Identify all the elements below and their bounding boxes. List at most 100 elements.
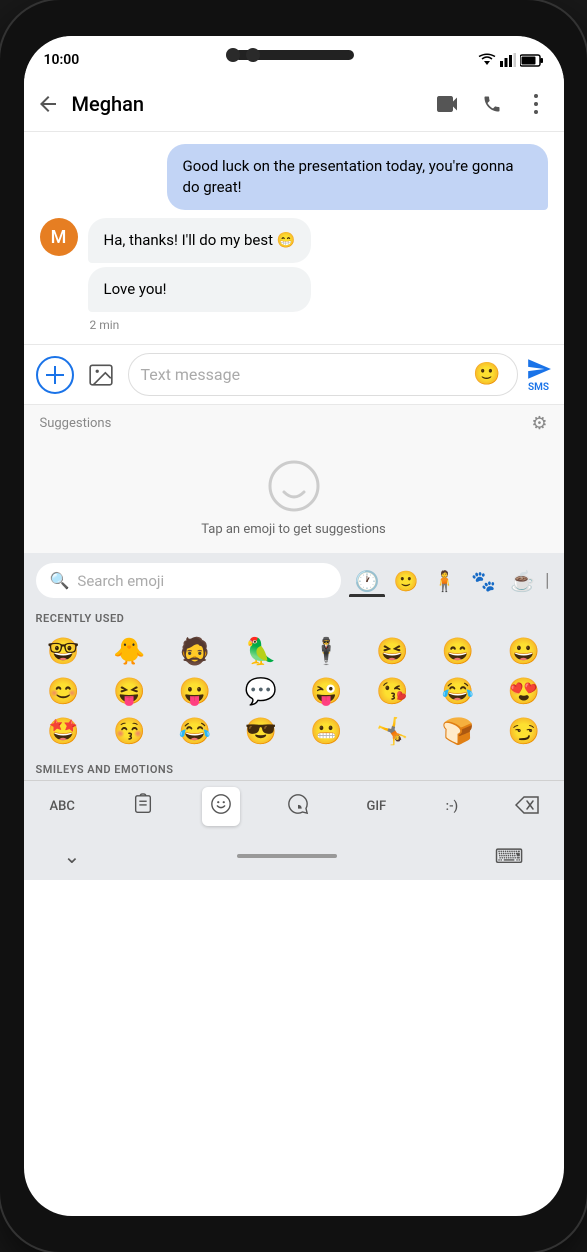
status-icons xyxy=(478,53,544,67)
video-icon xyxy=(437,96,459,112)
sticker-button[interactable] xyxy=(279,787,317,826)
suggestions-gear-icon[interactable]: ⚙ xyxy=(531,413,547,434)
emoji-cell[interactable]: 🧔 xyxy=(163,633,227,671)
emoji-cell[interactable]: 🤸 xyxy=(360,713,424,751)
sticker-icon xyxy=(287,793,309,815)
emoji-cell[interactable]: 😀 xyxy=(492,633,556,671)
search-icon: 🔍 xyxy=(50,571,70,590)
emoji-cell[interactable]: 🤓 xyxy=(32,633,96,671)
camera-dot xyxy=(226,48,240,62)
abc-button[interactable]: ABC xyxy=(40,791,85,822)
emoji-keyboard-icon xyxy=(210,793,232,815)
backspace-button[interactable] xyxy=(507,789,547,825)
received-bubble-2: Love you! xyxy=(88,267,312,312)
nav-bar: ⌄ ⌨ xyxy=(24,832,564,880)
emoji-cell[interactable]: 😚 xyxy=(97,713,161,751)
emoticon-label: :-) xyxy=(446,799,458,814)
emoji-cell[interactable]: 😆 xyxy=(360,633,424,671)
emoji-cell[interactable]: 🕴 xyxy=(295,633,359,671)
emoji-quick-tabs: 🕐 🙂 🧍 🐾 ☕ | xyxy=(349,565,552,597)
received-bubbles: Ha, thanks! I'll do my best 😁 Love you! … xyxy=(88,218,312,332)
add-button[interactable] xyxy=(36,356,74,394)
emoji-cell[interactable]: 😝 xyxy=(97,673,161,711)
emoji-tab-smileys[interactable]: 🙂 xyxy=(387,565,424,597)
chat-area: Good luck on the presentation today, you… xyxy=(24,132,564,344)
emoji-tab-animals[interactable]: 🐾 xyxy=(465,565,502,597)
gif-button[interactable]: GIF xyxy=(357,791,397,822)
suggestions-hint-text: Tap an emoji to get suggestions xyxy=(201,522,386,537)
emoji-cell[interactable]: 😂 xyxy=(426,673,490,711)
back-arrow-icon xyxy=(36,92,60,116)
plus-icon xyxy=(46,366,64,384)
contact-name: Meghan xyxy=(72,92,428,116)
home-indicator xyxy=(237,854,337,858)
emoji-tab-food[interactable]: ☕ xyxy=(504,565,541,597)
camera-dot2 xyxy=(246,48,260,62)
wifi-icon xyxy=(478,53,496,67)
emoji-cell[interactable]: 😘 xyxy=(360,673,424,711)
text-input-placeholder: Text message xyxy=(141,365,474,384)
top-actions xyxy=(428,84,556,124)
battery-icon xyxy=(520,54,544,67)
emoji-cell[interactable]: 🍞 xyxy=(426,713,490,751)
suggestions-content: Tap an emoji to get suggestions xyxy=(24,442,564,553)
emoji-cell[interactable]: 😍 xyxy=(492,673,556,711)
emoji-cell[interactable]: 😎 xyxy=(229,713,293,751)
emoji-cell[interactable]: 😬 xyxy=(295,713,359,751)
avatar-initial: M xyxy=(51,227,67,248)
emoji-cell[interactable]: 😏 xyxy=(492,713,556,751)
emoji-cell[interactable]: 😛 xyxy=(163,673,227,711)
more-dots-icon xyxy=(534,94,538,114)
phone-frame: 10:00 xyxy=(0,0,587,1252)
emoji-keyboard: 🔍 Search emoji 🕐 🙂 🧍 🐾 ☕ | RECE xyxy=(24,553,564,832)
emoji-cell[interactable]: 😂 xyxy=(163,713,227,751)
emoji-picker-button[interactable]: 🙂 xyxy=(473,362,500,387)
clipboard-icon xyxy=(132,793,154,815)
avatar: M xyxy=(40,218,78,256)
send-label: SMS xyxy=(528,382,549,393)
signal-icon xyxy=(500,53,516,67)
send-icon xyxy=(526,356,552,382)
nav-chevron-button[interactable]: ⌄ xyxy=(64,844,81,868)
back-button[interactable] xyxy=(28,84,68,124)
phone-call-button[interactable] xyxy=(472,84,512,124)
keyboard-bottom-bar: ABC xyxy=(24,780,564,832)
phone-icon xyxy=(482,94,502,114)
more-options-button[interactable] xyxy=(516,84,556,124)
emoji-keyboard-button[interactable] xyxy=(202,787,240,826)
text-input-wrapper[interactable]: Text message 🙂 xyxy=(128,353,518,396)
emoji-cell[interactable]: 🤩 xyxy=(32,713,96,751)
emoji-tab-people[interactable]: 🧍 xyxy=(426,565,463,597)
image-icon xyxy=(88,362,114,388)
smileys-label: SMILEYS AND EMOTIONS xyxy=(24,755,564,780)
clipboard-button[interactable] xyxy=(124,787,162,826)
smile-suggestion-icon xyxy=(266,458,322,514)
emoji-search-box[interactable]: 🔍 Search emoji xyxy=(36,563,341,598)
emoji-cell[interactable]: 😄 xyxy=(426,633,490,671)
recently-used-label: RECENTLY USED xyxy=(24,604,564,629)
abc-label: ABC xyxy=(50,799,75,814)
nav-keyboard-button[interactable]: ⌨ xyxy=(495,844,524,868)
video-call-button[interactable] xyxy=(428,84,468,124)
send-button[interactable]: SMS xyxy=(526,356,552,393)
received-bubble-1: Ha, thanks! I'll do my best 😁 xyxy=(88,218,312,263)
emoji-cell[interactable]: 😊 xyxy=(32,673,96,711)
emoji-cell[interactable]: 🐥 xyxy=(97,633,161,671)
emoticon-button[interactable]: :-) xyxy=(436,791,468,822)
message-timestamp: 2 min xyxy=(90,318,312,332)
emoji-cell[interactable]: 💬 xyxy=(229,673,293,711)
more-tabs-indicator: | xyxy=(543,566,551,595)
suggestions-bar: Suggestions ⚙ xyxy=(24,404,564,442)
top-bar: Meghan xyxy=(24,76,564,132)
emoji-tab-recent[interactable]: 🕐 xyxy=(349,565,386,597)
sent-message-1: Good luck on the presentation today, you… xyxy=(167,144,548,210)
recently-used-grid: 🤓 🐥 🧔 🦜 🕴 😆 😄 😀 😊 😝 😛 💬 😜 😘 😂 😍 🤩 😚 xyxy=(24,629,564,755)
input-area: Text message 🙂 SMS xyxy=(24,344,564,404)
emoji-search-placeholder: Search emoji xyxy=(77,572,164,590)
emoji-cell[interactable]: 🦜 xyxy=(229,633,293,671)
suggestions-label: Suggestions xyxy=(40,416,112,431)
gif-label: GIF xyxy=(367,799,387,814)
phone-screen: 10:00 xyxy=(24,36,564,1216)
attach-button[interactable] xyxy=(82,356,120,394)
emoji-cell[interactable]: 😜 xyxy=(295,673,359,711)
